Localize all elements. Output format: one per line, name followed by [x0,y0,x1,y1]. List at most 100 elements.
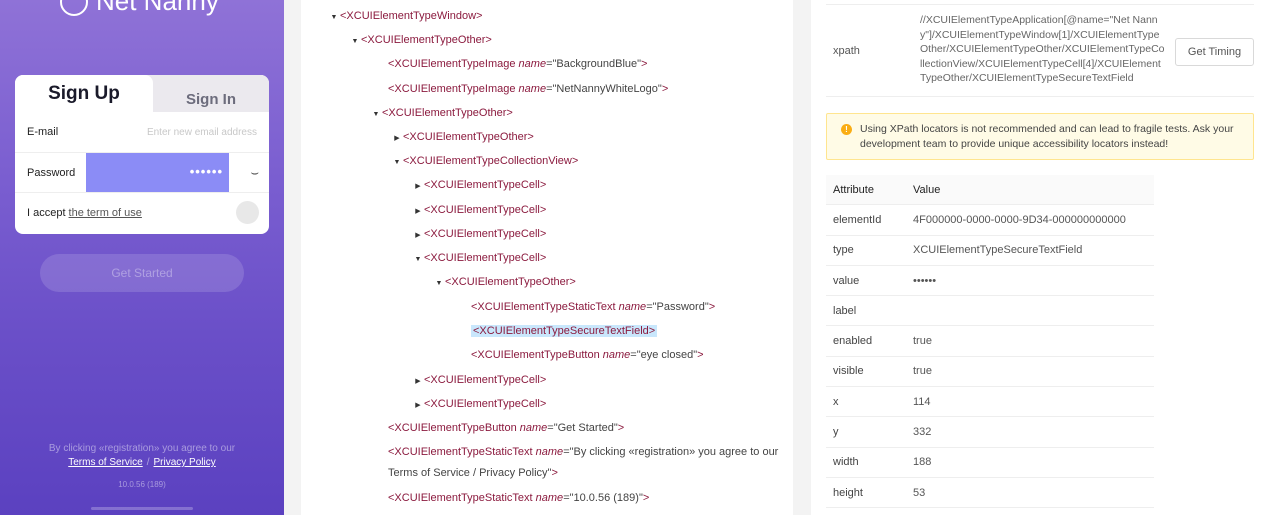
privacy-policy-link[interactable]: Privacy Policy [154,457,216,468]
attr-value: 53 [913,486,926,499]
tree-node[interactable]: ▶ <XCUIElementTypeCell> [412,369,546,391]
node-attr-value: ="BackgroundBlue" [546,58,642,70]
tree-node-label[interactable]: <XCUIElementTypeSecureTextField> [471,325,658,337]
node-tag: <XCUIElementTypeOther> [382,107,513,119]
tree-node[interactable]: <XCUIElementTypeStaticText name="By clic… [388,441,778,463]
tree-node[interactable]: ▼ <XCUIElementTypeWindow> [328,5,483,29]
tree-node-label[interactable]: <XCUIElementTypeCell> [424,228,546,240]
attr-name: label [833,304,857,317]
table-row: label [826,296,1154,327]
attr-value: 188 [913,456,932,469]
terms-of-service-link[interactable]: Terms of Service [68,457,142,468]
attr-name: enabled [833,335,873,348]
tree-node-label[interactable]: <XCUIElementTypeOther> [445,276,576,288]
attr-value: true [913,335,932,348]
node-attr-value: Terms of Service / Privacy Policy" [388,467,552,479]
attr-name: value [833,274,860,287]
caret-right-icon[interactable]: ▶ [412,371,424,393]
password-field[interactable]: •••••• [86,153,229,193]
caret-right-icon[interactable]: ▶ [412,201,424,223]
tab-sign-in[interactable]: Sign In [153,75,269,112]
tree-node-label[interactable]: <XCUIElementTypeCell> [424,374,546,386]
tree-node-label[interactable]: <XCUIElementTypeOther> [403,131,534,143]
tree-node[interactable]: <XCUIElementTypeImage name="BackgroundBl… [388,53,647,75]
tree-node-label[interactable]: <XCUIElementTypeCell> [424,179,546,191]
caret-right-icon[interactable]: ▶ [391,128,403,150]
accept-label: I accept [27,206,66,219]
table-row: type XCUIElementTypeSecureTextField [826,236,1154,266]
tree-node[interactable]: <XCUIElementTypeStaticText name="10.0.56… [388,487,649,509]
tree-node-label[interactable]: <XCUIElementTypeButton name="Get Started… [388,422,624,434]
tree-node-label[interactable]: Terms of Service / Privacy Policy"> [388,467,558,479]
logo-text: Net Nanny [96,0,219,16]
tree-node-label[interactable]: <XCUIElementTypeStaticText name="Passwor… [471,301,715,313]
tree-node[interactable]: <XCUIElementTypeSecureTextField> [471,320,658,342]
tree-node[interactable]: Terms of Service / Privacy Policy"> [388,462,558,484]
accept-toggle[interactable] [236,201,259,224]
tab-sign-up[interactable]: Sign Up [15,75,153,117]
node-attr-value: ="By clicking «registration» you agree t… [563,446,779,458]
tree-node[interactable]: <XCUIElementTypeStaticText name="Passwor… [471,296,715,318]
home-indicator [91,507,193,510]
tree-node[interactable]: <XCUIElementTypeButton name="Get Started… [388,417,624,439]
tree-node-label[interactable]: <XCUIElementTypeStaticText name="By clic… [388,446,778,458]
node-tag: <XCUIElementTypeStaticText [388,446,536,458]
node-close: > [697,349,704,361]
attr-value: 332 [913,426,932,439]
tree-node[interactable]: ▶ <XCUIElementTypeOther> [391,126,534,148]
tree-node[interactable]: <XCUIElementTypeImage name="NetNannyWhit… [388,78,668,100]
tree-node-label[interactable]: <XCUIElementTypeImage name="BackgroundBl… [388,58,647,70]
table-row: value •••••• [826,266,1154,297]
tree-node-label[interactable]: <XCUIElementTypeButton name="eye closed"… [471,349,704,361]
xpath-row: xpath //XCUIElementTypeApplication[@name… [826,4,1254,97]
caret-right-icon[interactable]: ▶ [412,395,424,417]
tree-node[interactable]: ▼ <XCUIElementTypeOther> [370,102,513,124]
node-attr-name: name [602,349,631,361]
tree-node[interactable]: ▶ <XCUIElementTypeCell> [412,174,546,196]
node-tag: <XCUIElementTypeOther> [403,131,534,143]
tree-node[interactable]: ▼ <XCUIElementTypeCollectionView> [391,150,579,174]
tree-node-label[interactable]: <XCUIElementTypeCell> [424,204,546,216]
caret-down-icon[interactable]: ▼ [370,104,382,126]
tree-node[interactable]: ▶ <XCUIElementTypeCell> [412,393,546,415]
legal-separator: / [146,457,150,468]
node-tag: <XCUIElementTypeCell> [424,374,547,386]
attr-name: height [833,486,863,499]
tree-node-label[interactable]: <XCUIElementTypeOther> [361,34,492,46]
tree-node-label[interactable]: <XCUIElementTypeCell> [424,398,546,410]
tree-node-label[interactable]: <XCUIElementTypeCell> [424,252,546,264]
node-tag: <XCUIElementTypeButton [388,422,520,434]
tree-node-label[interactable]: <XCUIElementTypeStaticText name="10.0.56… [388,492,649,504]
tree-node[interactable]: ▼ <XCUIElementTypeOther> [349,29,492,51]
tree-node-label[interactable]: <XCUIElementTypeWindow> [340,10,482,22]
caret-right-icon[interactable]: ▶ [412,225,424,247]
get-timing-button[interactable]: Get Timing [1175,38,1254,66]
node-tag: <XCUIElementTypeImage [388,83,519,95]
caret-down-icon[interactable]: ▼ [349,31,361,53]
element-inspector-panel: xpath //XCUIElementTypeApplication[@name… [811,0,1280,515]
tree-node[interactable]: ▼ <XCUIElementTypeCell> [412,247,547,271]
tree-node[interactable]: ▶ <XCUIElementTypeCell> [412,199,546,221]
eye-closed-icon[interactable]: ⌣ [250,165,259,181]
tree-node[interactable]: <XCUIElementTypeButton name="eye closed"… [471,344,704,366]
tree-node[interactable]: ▶ <XCUIElementTypeCell> [412,223,546,245]
tree-node[interactable]: ▼ <XCUIElementTypeOther> [433,271,576,293]
node-close: > [551,467,558,479]
get-started-button[interactable]: Get Started [40,254,244,292]
xpath-value: //XCUIElementTypeApplication[@name="Net … [920,14,1165,84]
node-tag: <XCUIElementTypeCell> [424,252,547,264]
caret-down-icon[interactable]: ▼ [412,249,424,271]
node-attr-name: name [518,83,547,95]
tree-node-label[interactable]: <XCUIElementTypeOther> [382,107,513,119]
caret-down-icon[interactable]: ▼ [328,7,340,29]
node-attr-value: ="Password" [646,301,709,313]
caret-right-icon[interactable]: ▶ [412,176,424,198]
tree-node-label[interactable]: <XCUIElementTypeCollectionView> [403,155,578,167]
device-screenshot: Net Nanny Sign Up Sign In E-mail Enter n… [0,0,284,515]
xpath-label: xpath [833,45,860,57]
caret-down-icon[interactable]: ▼ [391,152,403,174]
tree-node-label[interactable]: <XCUIElementTypeImage name="NetNannyWhit… [388,83,668,95]
terms-of-use-link[interactable]: the term of use [69,207,142,219]
caret-down-icon[interactable]: ▼ [433,273,445,295]
email-field[interactable]: Enter new email address [147,127,257,138]
